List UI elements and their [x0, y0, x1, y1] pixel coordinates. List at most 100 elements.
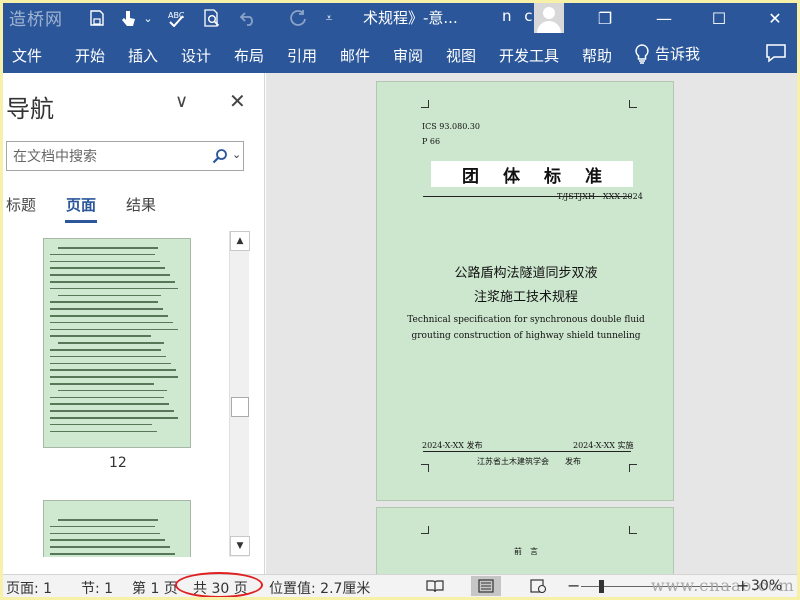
nav-tab-headings[interactable]: 标题	[6, 194, 36, 215]
tab-layout[interactable]: 布局	[234, 45, 264, 66]
title-cn-line2: 注浆施工技术规程	[473, 290, 578, 305]
thumbnail-text-line	[50, 396, 164, 399]
tab-help[interactable]: 帮助	[582, 45, 612, 66]
read-mode-icon[interactable]	[420, 576, 450, 596]
document-page[interactable]: ICS 93.080.30 P 66 团体标准 T/JSTJXH XXX-202…	[376, 81, 674, 501]
crop-mark	[421, 100, 429, 108]
tab-home[interactable]: 开始	[75, 45, 105, 66]
page-thumbnail-label: 12	[109, 455, 127, 471]
ics-code: ICS 93.080.30	[422, 122, 481, 131]
implement-date: 2024-X-XX 实施	[573, 441, 634, 450]
more-commands-icon[interactable]: ⩡	[321, 6, 337, 30]
nav-tab-results[interactable]: 结果	[126, 194, 156, 215]
status-page-of[interactable]: 第 1 页	[132, 578, 178, 597]
redo-icon[interactable]	[287, 6, 309, 30]
thumbnail-text-line	[50, 383, 154, 385]
publisher-action: 发布	[565, 457, 581, 466]
divider	[423, 451, 631, 452]
thumbnail-text-line	[50, 260, 160, 263]
search-box[interactable]: ⌄	[6, 141, 244, 171]
thumbnail-text-line	[58, 294, 161, 297]
tab-view[interactable]: 视图	[446, 45, 476, 66]
site-watermark: 造桥网	[9, 10, 63, 30]
undo-icon[interactable]	[237, 6, 259, 30]
thumbnail-text-line	[50, 335, 151, 337]
status-section[interactable]: 节: 1	[81, 578, 113, 597]
thumbnail-text-line	[50, 403, 169, 405]
customize-arrow-icon[interactable]: ⌄	[141, 6, 155, 30]
thumbnail-text-line	[50, 321, 173, 324]
ribbon-tabs: 文件 开始 插入 设计 布局 引用 邮件 审阅 视图 开发工具 帮助 告诉我	[3, 33, 797, 73]
zoom-level[interactable]: 30%	[751, 578, 782, 594]
search-options-chevron-icon[interactable]: ⌄	[232, 148, 241, 161]
thumbnail-text-line	[50, 274, 170, 276]
touch-mode-icon[interactable]	[117, 6, 139, 30]
scroll-up-icon[interactable]: ▲	[230, 231, 250, 251]
page-thumbnails: 12	[3, 231, 227, 557]
lightbulb-icon	[635, 43, 649, 64]
web-layout-icon[interactable]	[523, 576, 553, 596]
print-preview-icon[interactable]	[201, 6, 223, 30]
thumbnail-text-line	[50, 267, 165, 269]
chevron-down-icon[interactable]: ∨	[175, 91, 188, 112]
publisher: 江苏省土木建筑学会	[477, 457, 549, 466]
thumbnail-text-line	[50, 355, 166, 358]
p-code: P 66	[422, 137, 441, 146]
comments-icon[interactable]	[765, 43, 787, 63]
page-thumbnail[interactable]	[43, 500, 191, 557]
crop-mark	[421, 464, 429, 472]
tab-developer[interactable]: 开发工具	[499, 45, 559, 66]
tell-me-box[interactable]: 告诉我	[635, 43, 700, 64]
thumbnail-text-line	[50, 328, 178, 331]
divider	[423, 196, 631, 197]
tell-me-label: 告诉我	[655, 45, 701, 63]
thumbnail-text-line	[50, 369, 176, 371]
thumbnail-text-line	[58, 342, 164, 344]
print-layout-icon[interactable]	[471, 576, 501, 596]
preface-heading: 前 言	[514, 547, 538, 556]
tab-insert[interactable]: 插入	[128, 45, 158, 66]
search-input[interactable]	[13, 147, 203, 167]
spelling-check-icon[interactable]: ABC	[165, 6, 187, 30]
tab-design[interactable]: 设计	[181, 45, 211, 66]
thumbnail-text-line	[50, 525, 155, 528]
publish-date: 2024-X-XX 发布	[422, 441, 483, 450]
status-position[interactable]: 位置值: 2.7厘米	[269, 578, 370, 597]
document-page[interactable]: 前 言	[376, 507, 674, 574]
avatar[interactable]	[534, 3, 564, 33]
zoom-slider-handle[interactable]	[599, 580, 604, 593]
thumbnail-text-line	[50, 301, 158, 303]
zoom-out-button[interactable]: −	[567, 576, 580, 595]
tab-file[interactable]: 文件	[12, 45, 42, 66]
tab-mailings[interactable]: 邮件	[340, 45, 370, 66]
thumbnail-text-line	[50, 417, 178, 419]
search-icon[interactable]	[212, 148, 228, 164]
thumbnail-text-line	[58, 247, 158, 249]
scroll-down-icon[interactable]: ▼	[230, 536, 250, 556]
thumbnail-text-line	[50, 423, 152, 426]
thumbnail-text-line	[50, 315, 168, 317]
thumbnail-text-line	[50, 546, 170, 548]
tab-review[interactable]: 审阅	[393, 45, 423, 66]
save-icon[interactable]	[87, 6, 107, 30]
document-area[interactable]: ICS 93.080.30 P 66 团体标准 T/JSTJXH XXX-202…	[266, 73, 797, 574]
nav-tab-pages[interactable]: 页面	[66, 194, 96, 215]
status-page[interactable]: 页面: 1	[6, 578, 52, 597]
zoom-in-button[interactable]: +	[736, 576, 749, 595]
thumbnail-text-line	[50, 410, 174, 412]
close-icon[interactable]: ✕	[229, 89, 246, 113]
ribbon-display-options-icon[interactable]: ❐	[585, 3, 625, 33]
close-button[interactable]: ✕	[755, 3, 795, 33]
scrollbar-thumb[interactable]	[231, 397, 249, 417]
thumbnail-text-line	[50, 376, 178, 378]
title-bar: 造桥网 ⌄ ABC ⩡ 术规程》-意... n c ❐ — ☐ ✕	[3, 3, 797, 33]
page-thumbnail[interactable]	[43, 238, 191, 448]
thumbnail-scrollbar[interactable]: ▲ ▼	[229, 231, 250, 557]
thumbnail-text-line	[50, 553, 175, 555]
minimize-button[interactable]: —	[644, 3, 684, 33]
user-name[interactable]: n c	[502, 7, 537, 25]
title-en-line1: Technical specification for synchronous …	[407, 315, 645, 325]
thumbnail-text-line	[50, 430, 157, 433]
maximize-button[interactable]: ☐	[699, 3, 739, 33]
tab-references[interactable]: 引用	[287, 45, 317, 66]
